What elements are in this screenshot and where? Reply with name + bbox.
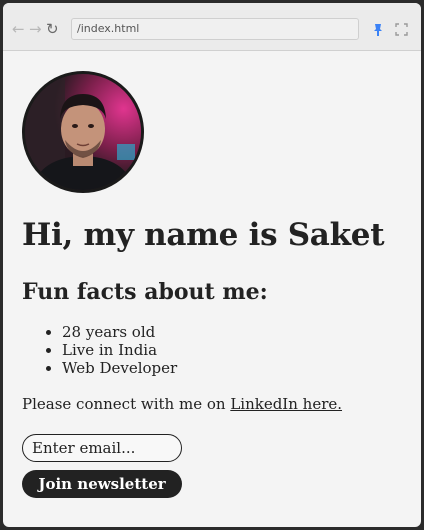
linkedin-link[interactable]: LinkedIn here.: [230, 395, 342, 413]
reload-icon[interactable]: ↻: [46, 21, 59, 37]
browser-toolbar: ← → ↻ /index.html: [3, 3, 421, 51]
forward-arrow-icon[interactable]: →: [29, 21, 42, 37]
connect-text: Please connect with me on LinkedIn here.: [22, 395, 342, 413]
facts-list: 28 years old Live in India Web Developer: [22, 323, 177, 377]
email-input[interactable]: [22, 434, 182, 462]
list-item: Live in India: [62, 341, 177, 359]
expand-icon[interactable]: [395, 23, 408, 36]
list-item: 28 years old: [62, 323, 177, 341]
connect-prefix: Please connect with me on: [22, 395, 231, 413]
browser-window: ← → ↻ /index.html Hi, my name is Saket F…: [3, 3, 421, 527]
address-bar[interactable]: /index.html: [71, 18, 359, 40]
avatar: [22, 71, 144, 193]
back-arrow-icon[interactable]: ←: [12, 21, 25, 37]
pin-icon[interactable]: [371, 23, 385, 37]
join-newsletter-button[interactable]: Join newsletter: [22, 470, 182, 498]
list-item: Web Developer: [62, 359, 177, 377]
page-title: Hi, my name is Saket: [22, 217, 385, 253]
facts-heading: Fun facts about me:: [22, 279, 268, 305]
